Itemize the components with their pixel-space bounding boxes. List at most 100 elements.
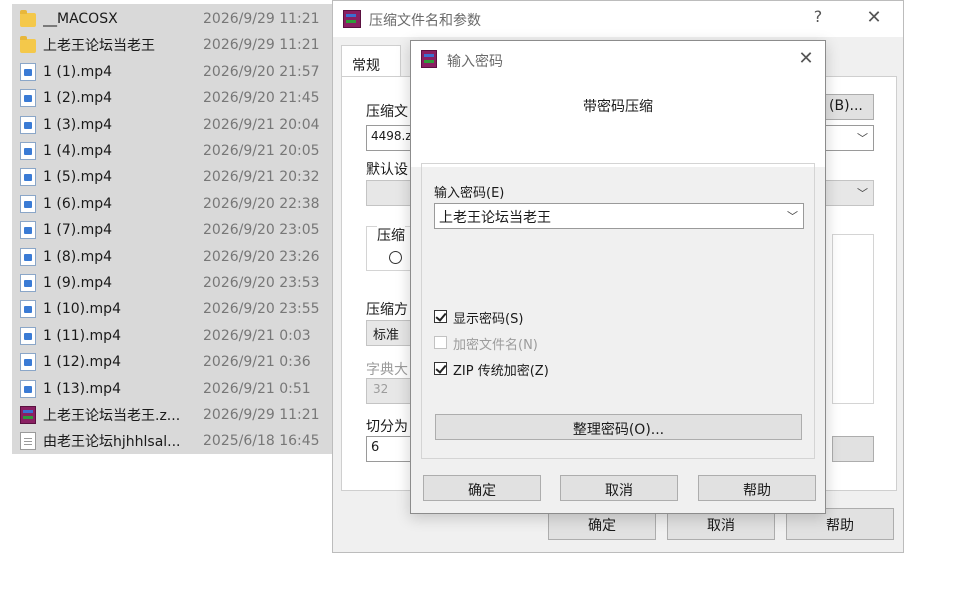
mp4-file-icon [20,300,36,319]
file-row[interactable]: __MACOSX 2026/9/29 11:21 [12,6,332,32]
format-label: 压缩 [377,225,405,245]
zip-legacy-encryption-label: ZIP 传统加密(Z) [453,364,549,379]
file-row[interactable]: 1 (4).mp4 2026/9/21 20:05 [12,138,332,164]
file-date: 2026/9/29 11:21 [203,37,320,54]
cancel-button[interactable]: 取消 [560,475,678,501]
chevron-down-icon: ﹀ [787,210,798,223]
mp4-file-icon [20,89,36,108]
help-button[interactable]: 帮助 [698,475,816,501]
file-date: 2025/6/18 16:45 [203,433,320,450]
options-group [832,234,874,404]
file-name: 1 (3).mp4 [43,116,113,133]
archive-name-label: 压缩文 [366,104,408,120]
ok-button[interactable]: 确定 [423,475,541,501]
mp4-file-icon [20,194,36,213]
encrypt-filenames-checkbox[interactable] [434,336,447,349]
file-date: 2026/9/21 0:51 [203,380,311,397]
mp4-file-icon [20,247,36,266]
help-question-icon[interactable]: ? [803,7,833,26]
file-name: 1 (10).mp4 [43,301,121,318]
password-label: 输入密码(E) [434,186,505,201]
file-name: 1 (6).mp4 [43,195,113,212]
file-list: __MACOSX 2026/9/29 11:21 上老王论坛当老王 2026/9/29… [12,4,332,454]
file-row[interactable]: 上老王论坛当老王 2026/9/29 11:21 [12,32,332,58]
password-value: 上老王论坛当老王 [439,210,551,226]
split-label: 切分为 [366,419,408,435]
file-row[interactable]: 1 (12).mp4 2026/9/21 0:36 [12,349,332,375]
file-name: __MACOSX [43,11,118,27]
file-date: 2026/9/21 0:03 [203,327,311,344]
mp4-file-icon [20,379,36,398]
password-dialog: 输入密码 ✕ 带密码压缩 输入密码(E) 上老王论坛当老王 ﹀ 显示密码(S) … [410,40,826,514]
password-group: 输入密码(E) 上老王论坛当老王 ﹀ 显示密码(S) 加密文件名(N) ZIP … [421,163,815,459]
file-date: 2026/9/21 20:32 [203,169,320,186]
file-date: 2026/9/29 11:21 [203,11,320,27]
close-icon[interactable]: ✕ [791,48,821,69]
file-date: 2026/9/21 20:04 [203,116,320,133]
file-name: 上老王论坛当老王 [43,38,155,55]
file-name: 1 (8).mp4 [43,248,113,265]
tab-general[interactable]: 常规 [341,45,401,77]
mp4-file-icon [20,326,36,345]
file-date: 2026/9/20 21:45 [203,90,320,107]
file-date: 2026/9/21 20:05 [203,143,320,159]
file-name: 1 (13).mp4 [43,380,121,397]
winrar-archive-icon [20,406,36,424]
method-label: 压缩方 [366,302,408,318]
file-name: 上老王论坛当老王.z... [43,408,181,424]
file-row[interactable]: 上老王论坛当老王.z... 2026/9/29 11:21 [12,402,332,428]
file-date: 2026/9/20 22:38 [203,195,320,212]
file-row[interactable]: 1 (13).mp4 2026/9/21 0:51 [12,376,332,402]
folder-icon [20,10,36,27]
archive-name-value: 4498.z [371,129,412,143]
mp4-file-icon [20,115,36,134]
file-row[interactable]: 1 (11).mp4 2026/9/21 0:03 [12,323,332,349]
file-date: 2026/9/29 11:21 [203,407,320,423]
show-password-checkbox[interactable] [434,310,447,323]
chevron-down-icon: ﹀ [857,187,868,200]
file-row[interactable]: 1 (9).mp4 2026/9/20 23:53 [12,270,332,296]
file-row[interactable]: 1 (6).mp4 2026/9/20 22:38 [12,191,332,217]
file-name: 由老王论坛hjhhlsal... [43,434,181,451]
show-password-label: 显示密码(S) [453,312,524,327]
zip-legacy-encryption-checkbox[interactable] [434,362,447,375]
file-name: 1 (5).mp4 [43,169,113,186]
file-row[interactable]: 由老王论坛hjhhlsal... 2025/6/18 16:45 [12,428,332,454]
chevron-down-icon: ﹀ [857,132,868,145]
file-row[interactable]: 1 (7).mp4 2026/9/20 23:05 [12,217,332,243]
file-name: 1 (7).mp4 [43,222,113,239]
close-icon[interactable]: ✕ [859,7,889,28]
default-profile-label: 默认设 [366,162,408,178]
organize-passwords-button[interactable]: 整理密码(O)... [435,414,802,440]
set-password-button[interactable] [832,436,874,462]
winrar-icon [343,10,361,28]
file-row[interactable]: 1 (1).mp4 2026/9/20 21:57 [12,59,332,85]
password-dialog-title: 输入密码 [447,54,503,70]
text-file-icon [20,432,36,451]
file-date: 2026/9/20 23:05 [203,222,320,239]
mp4-file-icon [20,353,36,372]
file-name: 1 (1).mp4 [43,63,113,80]
archive-dialog-titlebar[interactable]: 压缩文件名和参数 ? ✕ [333,1,903,37]
file-row[interactable]: 1 (5).mp4 2026/9/21 20:32 [12,164,332,190]
file-row[interactable]: 1 (3).mp4 2026/9/21 20:04 [12,112,332,138]
mp4-file-icon [20,142,36,160]
file-date: 2026/9/21 0:36 [203,354,311,371]
password-dialog-header: 带密码压缩 [411,77,825,167]
mp4-file-icon [20,274,36,292]
browse-button[interactable]: (B)... [822,94,874,120]
mp4-file-icon [20,221,36,240]
file-row[interactable]: 1 (2).mp4 2026/9/20 21:45 [12,85,332,111]
archive-dialog-title: 压缩文件名和参数 [369,13,481,29]
file-row[interactable]: 1 (8).mp4 2026/9/20 23:26 [12,244,332,270]
file-name: 1 (9).mp4 [43,275,113,291]
file-row[interactable]: 1 (10).mp4 2026/9/20 23:55 [12,296,332,322]
password-dialog-titlebar[interactable]: 输入密码 ✕ [411,41,825,77]
password-input[interactable]: 上老王论坛当老王 ﹀ [434,203,804,229]
file-name: 1 (4).mp4 [43,143,113,159]
format-radio[interactable] [389,251,402,264]
password-heading: 带密码压缩 [583,99,653,115]
file-date: 2026/9/20 21:57 [203,63,320,80]
file-name: 1 (12).mp4 [43,354,121,371]
file-date: 2026/9/20 23:53 [203,275,320,291]
